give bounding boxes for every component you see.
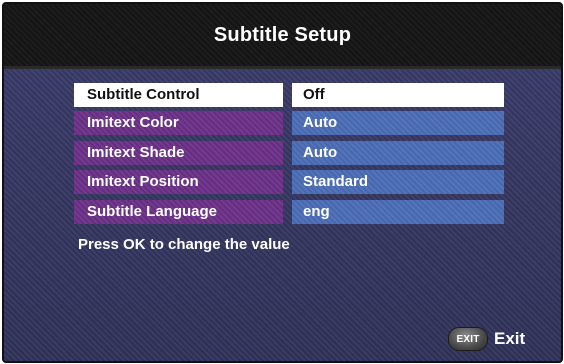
setting-label: Imitext Position — [74, 170, 283, 194]
setting-value[interactable]: Auto — [292, 141, 504, 165]
subtitle-setup-panel: Subtitle Setup Subtitle Control Off Imit… — [2, 2, 563, 363]
setting-value[interactable]: Standard — [292, 170, 504, 194]
hint-text: Press OK to change the value — [78, 236, 290, 253]
setting-label: Imitext Shade — [74, 141, 283, 165]
setting-label: Subtitle Language — [74, 200, 283, 224]
setting-label: Imitext Color — [74, 111, 283, 135]
exit-label: Exit — [494, 329, 526, 348]
setting-value[interactable]: Off — [292, 83, 504, 107]
setting-value[interactable]: Auto — [292, 111, 504, 135]
title-bar: Subtitle Setup — [4, 4, 561, 69]
setting-label: Subtitle Control — [74, 83, 283, 107]
exit-key-icon: EXIT — [448, 327, 488, 351]
exit-button[interactable]: EXIT Exit — [448, 327, 525, 351]
page-title: Subtitle Setup — [213, 23, 352, 46]
setting-value[interactable]: eng — [292, 200, 504, 224]
